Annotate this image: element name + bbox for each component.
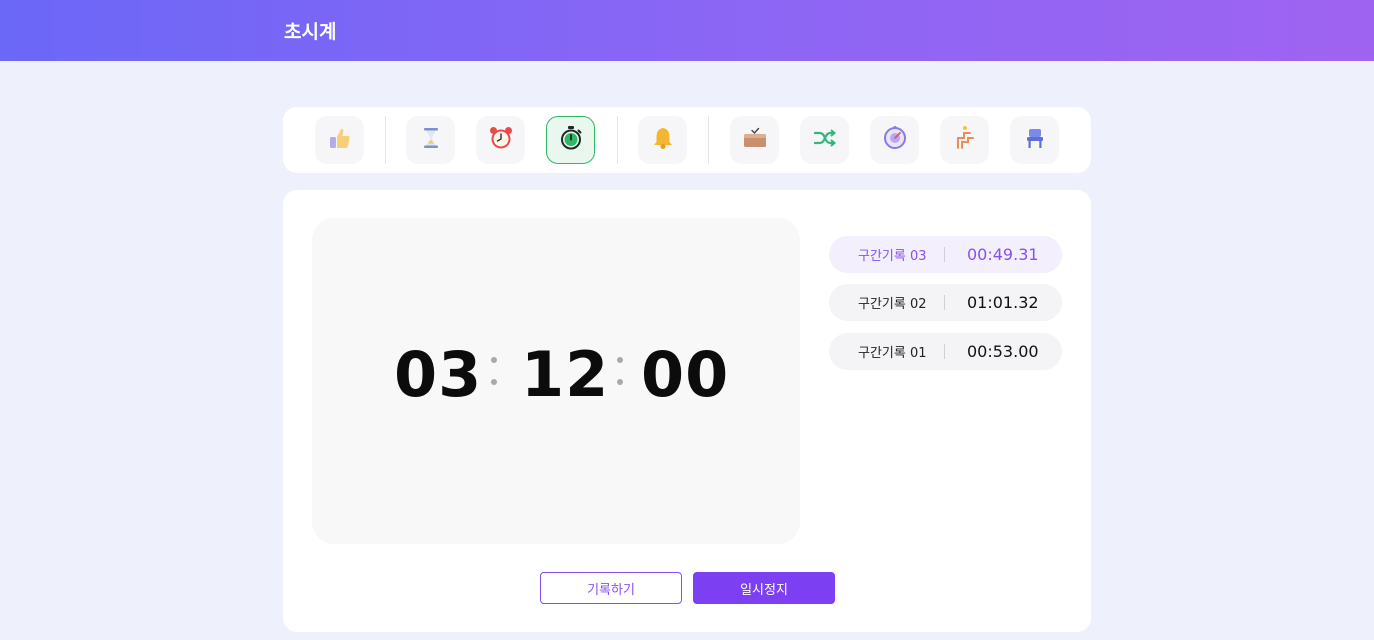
alarm-clock-icon (487, 124, 515, 156)
stopwatch-panel: 03 12 00 구간기록 03 00:49.31 구간기록 02 01:01.… (283, 190, 1091, 632)
clock-target-icon (881, 124, 909, 156)
lap-time: 00:49.31 (967, 245, 1039, 264)
shuffle-icon (812, 125, 838, 155)
shuffle-tool-button[interactable] (800, 116, 849, 164)
hourglass-tool-button[interactable] (406, 116, 455, 164)
tool-bar (283, 107, 1091, 173)
lap-item: 구간기록 03 00:49.31 (829, 236, 1062, 273)
lap-divider (944, 344, 945, 359)
app-title: 초시계 (284, 21, 337, 43)
hourglass-icon (418, 125, 444, 155)
ladder-icon (952, 124, 978, 156)
lap-label: 구간기록 01 (858, 346, 927, 361)
bell-icon (650, 125, 676, 155)
bell-tool-button[interactable] (638, 116, 687, 164)
pause-button[interactable]: 일시정지 (693, 572, 835, 604)
box-tool-button[interactable] (730, 116, 779, 164)
lap-divider (944, 247, 945, 262)
lap-item: 구간기록 01 00:53.00 (829, 333, 1062, 370)
chair-tool-button[interactable] (1010, 116, 1059, 164)
alarm-tool-button[interactable] (476, 116, 525, 164)
time-display: 03 12 00 (312, 218, 800, 544)
top-bar: 초시계 (0, 0, 1374, 61)
minutes-display: 12 (521, 338, 610, 411)
box-icon (741, 125, 769, 155)
thumbs-up-tool-button[interactable] (315, 116, 364, 164)
lap-time: 00:53.00 (967, 342, 1039, 361)
chair-icon (1022, 125, 1048, 155)
ladder-tool-button[interactable] (940, 116, 989, 164)
colon-separator (491, 357, 497, 391)
timer-target-tool-button[interactable] (870, 116, 919, 164)
toolbar-divider (385, 116, 386, 164)
colon-separator (617, 357, 623, 391)
thumbs-up-icon (327, 125, 353, 155)
lap-item: 구간기록 02 01:01.32 (829, 284, 1062, 321)
toolbar-divider (708, 116, 709, 164)
lap-label: 구간기록 02 (858, 297, 927, 312)
stopwatch-icon (557, 124, 585, 156)
seconds-display: 00 (641, 338, 730, 411)
hours-display: 03 (394, 338, 483, 411)
stopwatch-tool-button[interactable] (546, 116, 595, 164)
lap-time: 01:01.32 (967, 293, 1039, 312)
record-lap-button[interactable]: 기록하기 (540, 572, 682, 604)
toolbar-divider (617, 116, 618, 164)
lap-divider (944, 295, 945, 310)
lap-label: 구간기록 03 (858, 249, 927, 264)
